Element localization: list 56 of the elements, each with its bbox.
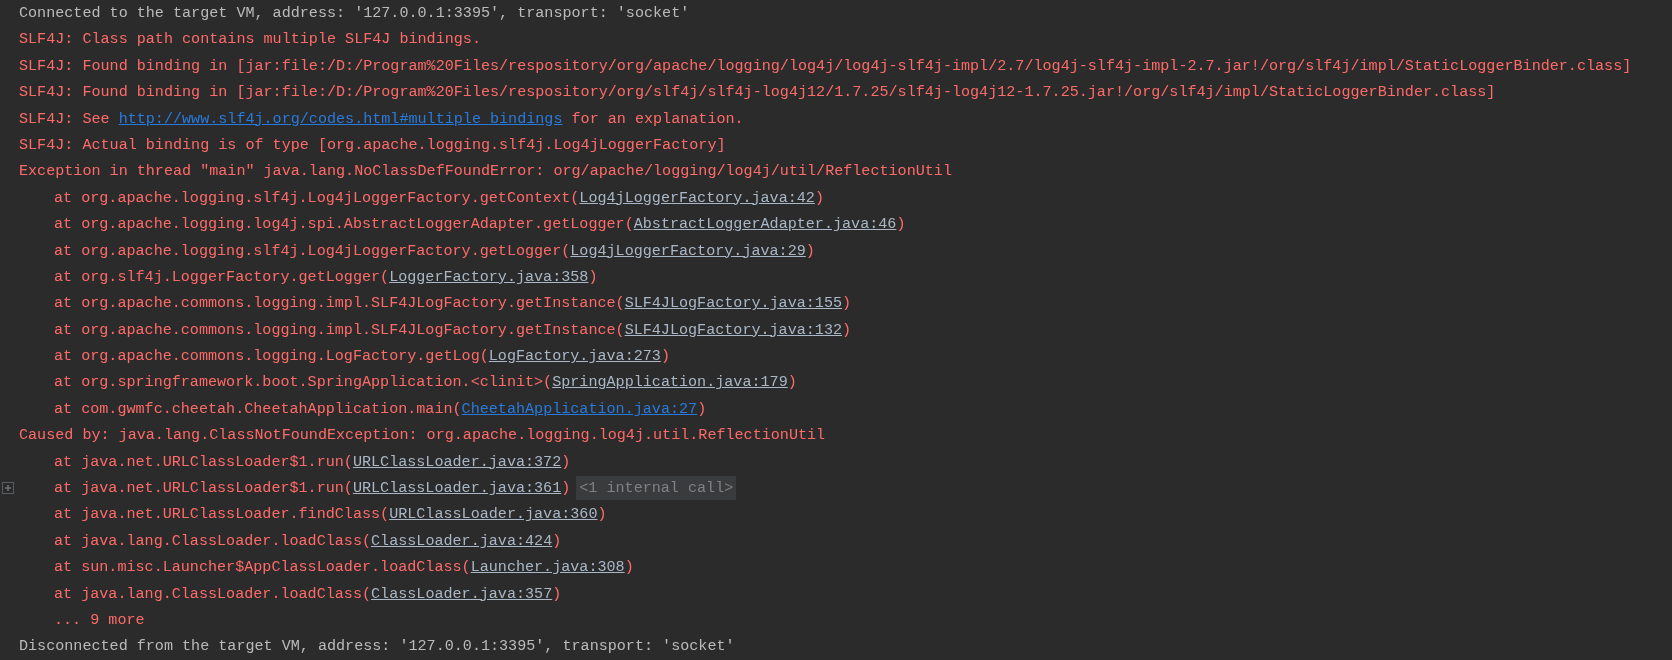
source-link[interactable]: URLClassLoader.java:372 <box>352 448 562 476</box>
log-text: ) <box>588 266 598 288</box>
source-link[interactable]: ClassLoader.java:424 <box>371 527 553 555</box>
log-text: at org.apache.commons.logging.impl.SLF4JLogFactory.getInstance( <box>54 293 625 315</box>
log-text: at sun.misc.Launcher$AppClassLoader.loadClass( <box>54 557 471 579</box>
log-text: at org.apache.logging.log4j.spi.AbstractLoggerAdapter.getLogger( <box>54 214 634 236</box>
log-text: Caused by: java.lang.ClassNotFoundException: org.apache.logging.log4j.util.ReflectionUtil <box>19 425 826 447</box>
source-link[interactable]: LoggerFactory.java:358 <box>389 263 589 291</box>
log-text: at org.slf4j.LoggerFactory.getLogger( <box>54 266 390 288</box>
log-text: at org.apache.logging.slf4j.Log4jLoggerFactory.getContext( <box>54 187 580 209</box>
source-link[interactable]: Launcher.java:308 <box>470 554 625 581</box>
log-text: ) <box>624 557 634 579</box>
source-link[interactable]: URLClassLoader.java:360 <box>389 501 598 528</box>
source-link[interactable]: Log4jLoggerFactory.java:29 <box>570 237 806 264</box>
log-text: SLF4J: See <box>19 108 111 130</box>
source-link[interactable]: AbstractLoggerAdapter.java:46 <box>633 211 897 238</box>
log-text: ) <box>787 372 797 394</box>
log-text: ) <box>697 398 707 420</box>
log-text: at java.net.URLClassLoader$1.run( <box>54 478 353 500</box>
source-link[interactable]: URLClassLoader.java:361 <box>352 475 562 502</box>
log-text: at java.net.URLClassLoader$1.run( <box>54 451 353 473</box>
log-text: at org.apache.logging.slf4j.Log4jLoggerFactory.getLogger( <box>54 240 571 262</box>
log-text: at java.lang.ClassLoader.loadClass( <box>54 530 372 552</box>
log-text: SLF4J: Found binding in [jar:file:/D:/Program%20Files/respository/org/slf4j/slf4j-log4j12/1.7.25/slf4j-log4j12-1.7.25.jar!/org/slf4j/impl/StaticLoggerBinder.class] <box>19 82 1496 104</box>
log-text: SLF4J: Found binding in [jar:file:/D:/Program%20Files/respository/org/apache/logging/log4j/log4j-slf4j-impl/2.7/log4j-slf4j-impl-2.7.jar!/org/slf4j/impl/StaticLoggerBinder.class] <box>19 55 1632 77</box>
log-text: ) <box>896 214 906 236</box>
log-text: ) <box>842 319 852 341</box>
log-text: ) <box>842 293 852 315</box>
log-text: ) <box>552 583 562 605</box>
log-text: ) <box>597 504 607 526</box>
source-link[interactable]: ClassLoader.java:357 <box>371 580 553 607</box>
source-link[interactable]: LogFactory.java:273 <box>488 343 661 370</box>
source-link[interactable]: SpringApplication.java:179 <box>552 369 788 396</box>
log-text: ) <box>805 240 815 262</box>
expand-icon[interactable] <box>1 482 14 495</box>
log-text: ) <box>814 187 824 209</box>
log-text: ) <box>561 478 571 500</box>
log-text: at org.apache.commons.logging.impl.SLF4JLogFactory.getInstance( <box>54 319 625 341</box>
log-text: ... 9 more <box>54 610 145 631</box>
source-link[interactable]: Log4jLoggerFactory.java:42 <box>579 184 815 212</box>
source-link[interactable]: SLF4JLogFactory.java:155 <box>624 290 843 317</box>
log-text: SLF4J: Actual binding is of type [org.apache.logging.slf4j.Log4jLoggerFactory] <box>19 134 726 156</box>
log-text: Disconnected from the target VM, address: '127.0.0.1:3395', transport: 'socket' <box>19 636 735 658</box>
log-text: at java.net.URLClassLoader.findClass( <box>54 504 390 526</box>
log-text: Exception in thread "main" java.lang.NoClassDefFoundError: org/apache/logging/log4j/util/ReflectionUtil <box>19 161 952 183</box>
log-text: ) <box>561 451 571 473</box>
log-text: at org.springframework.boot.SpringApplication.<clinit>( <box>54 372 553 394</box>
log-text: ) <box>552 530 562 552</box>
log-text: at com.gwmfc.cheetah.CheetahApplication.main( <box>54 398 462 420</box>
source-link[interactable]: SLF4JLogFactory.java:132 <box>624 316 843 344</box>
log-text: ) <box>660 346 670 368</box>
log-text: SLF4J: Class path contains multiple SLF4J bindings. <box>19 29 481 51</box>
log-text: at org.apache.commons.logging.LogFactory.getLog( <box>54 346 489 368</box>
log-text: for an explanation. <box>570 108 744 130</box>
log-text: at java.lang.ClassLoader.loadClass( <box>54 583 372 605</box>
log-text: Connected to the target VM, address: '127.0.0.1:3395', transport: 'socket' <box>19 3 690 24</box>
